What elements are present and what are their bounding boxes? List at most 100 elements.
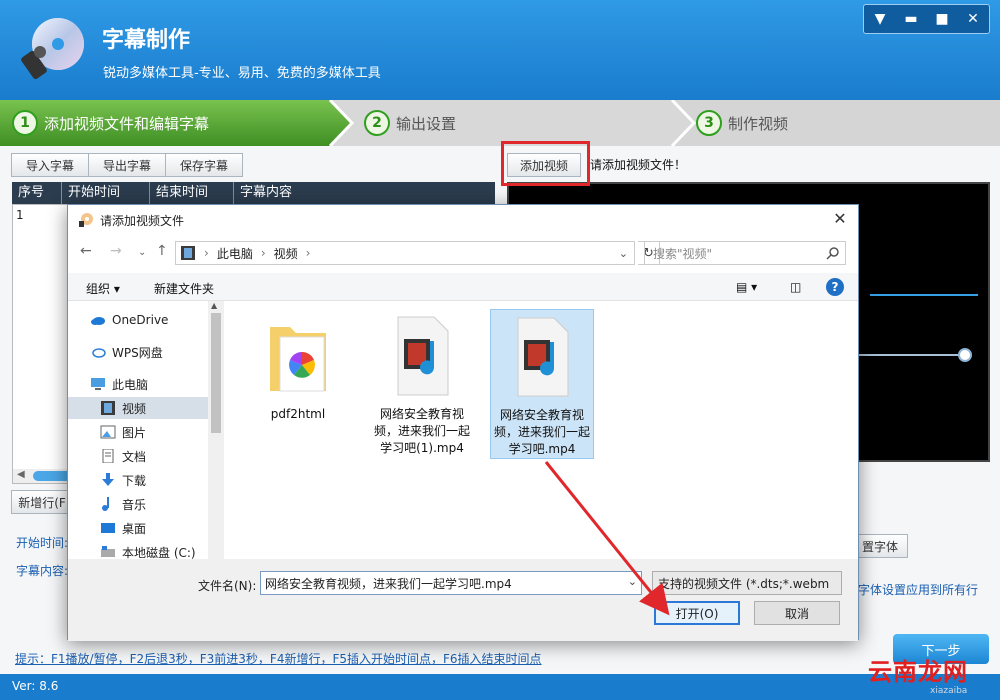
search-input[interactable]: 搜索"视频" — [644, 241, 846, 265]
nav-item-label: 此电脑 — [112, 377, 149, 392]
file-type-value: 支持的视频文件 (*.dts;*.webm — [658, 576, 830, 591]
file-type-filter[interactable]: 支持的视频文件 (*.dts;*.webm — [652, 571, 842, 595]
maximize-icon[interactable]: ■ — [927, 6, 957, 32]
volume-slider-track[interactable] — [855, 354, 965, 356]
open-button[interactable]: 打开(O) — [654, 601, 740, 625]
search-icon[interactable] — [826, 246, 840, 260]
new-folder-button[interactable]: 新建文件夹 — [154, 280, 214, 297]
nav-item-onedrive[interactable]: OneDrive — [90, 309, 222, 331]
view-options-icon[interactable]: ▤ ▾ — [736, 280, 757, 294]
step-3-number: 3 — [696, 110, 722, 136]
breadcrumb-separator-icon: › — [260, 246, 266, 260]
export-subtitle-button[interactable]: 导出字幕 — [88, 153, 166, 177]
col-index[interactable]: 序号 — [12, 182, 62, 204]
preview-pane-icon[interactable]: ◫ — [790, 280, 801, 294]
forward-arrow-icon[interactable]: → — [110, 243, 122, 259]
nav-item-label: 文档 — [122, 449, 147, 464]
menu-dropdown-icon[interactable]: ▼ — [865, 6, 895, 32]
status-bar: Ver: 8.6 — [0, 674, 1000, 700]
file-item-video-1[interactable]: 网络安全教育视频，进来我们一起学习吧(1).mp4 — [370, 309, 474, 457]
close-icon[interactable]: ✕ — [958, 6, 988, 32]
filename-value: 网络安全教育视频，进来我们一起学习吧.mp4 — [265, 576, 512, 591]
file-name: 网络安全教育视频，进来我们一起学习吧.mp4 — [493, 408, 590, 456]
filename-input[interactable]: 网络安全教育视频，进来我们一起学习吧.mp4 ⌄ — [260, 571, 642, 595]
step-2-label: 输出设置 — [396, 114, 457, 133]
breadcrumb-videos[interactable]: 视频 — [274, 245, 298, 262]
step-3[interactable]: 3 制作视频 — [696, 100, 788, 146]
add-video-hint: 请添加视频文件！ — [590, 158, 687, 172]
minimize-icon[interactable]: ▬ — [896, 6, 926, 32]
video-folder-icon — [101, 401, 115, 415]
step-2-number: 2 — [364, 110, 390, 136]
scroll-left-icon[interactable]: ◀ — [17, 469, 25, 480]
highlight-box — [501, 141, 590, 186]
nav-item-label: 桌面 — [122, 521, 147, 536]
start-time-label: 开始时间: — [16, 536, 69, 550]
desktop-icon — [101, 523, 115, 533]
file-item-video-2[interactable]: 网络安全教育视频，进来我们一起学习吧.mp4 — [490, 309, 594, 459]
apply-font-all-label[interactable]: 字体设置应用到所有行 — [858, 581, 978, 598]
breadcrumb-this-pc[interactable]: 此电脑 — [217, 245, 253, 262]
nav-item-wps[interactable]: WPS网盘 — [90, 341, 222, 363]
nav-item-label: 视频 — [122, 401, 147, 416]
navigation-pane: OneDrive WPS网盘 此电脑 视频 图片 文档 下载 音乐 桌面 本地磁… — [68, 301, 224, 560]
app-header: 字幕制作 锐动多媒体工具-专业、易用、免费的多媒体工具 ▼ ▬ ■ ✕ — [0, 0, 1000, 100]
recent-dropdown-icon[interactable]: ⌄ — [138, 247, 146, 258]
import-subtitle-button[interactable]: 导入字幕 — [11, 153, 89, 177]
volume-slider-handle[interactable] — [958, 348, 972, 362]
nav-item-label: WPS网盘 — [112, 345, 163, 360]
app-logo-icon — [21, 18, 84, 80]
window-controls: ▼ ▬ ■ ✕ — [863, 4, 990, 34]
shortcut-hint[interactable]: 提示：F1播放/暂停，F2后退3秒，F3前进3秒，F4新增行，F5插入开始时间点… — [15, 650, 542, 667]
dialog-title: 请添加视频文件 — [100, 213, 185, 228]
nav-item-label: 音乐 — [122, 497, 147, 512]
organize-menu[interactable]: 组织 ▾ — [86, 280, 120, 297]
table-row[interactable]: 1 — [16, 208, 24, 222]
cloud-outline-icon — [92, 348, 106, 358]
col-content[interactable]: 字幕内容 — [234, 182, 493, 204]
file-name: pdf2html — [270, 407, 326, 421]
nav-item-label: 图片 — [122, 425, 147, 440]
cancel-button[interactable]: 取消 — [754, 601, 840, 625]
set-font-button[interactable]: 置字体 — [852, 534, 908, 558]
organize-label: 组织 — [86, 282, 111, 296]
video-file-icon — [517, 317, 569, 397]
music-icon — [102, 497, 109, 511]
nav-item-this-pc[interactable]: 此电脑 — [90, 373, 222, 395]
steps-bar: 1 添加视频文件和编辑字幕 2 输出设置 3 制作视频 — [0, 100, 1000, 146]
step-1-number: 1 — [12, 110, 38, 136]
app-subtitle: 锐动多媒体工具-专业、易用、免费的多媒体工具 — [103, 66, 381, 81]
watermark-sub: xiazaiba — [930, 686, 968, 696]
scroll-up-icon[interactable]: ▲ — [211, 301, 217, 310]
breadcrumb-separator-icon: › — [305, 246, 311, 260]
version-label: Ver: 8.6 — [12, 679, 59, 693]
nav-item-label: OneDrive — [112, 313, 169, 327]
navigation-scrollbar[interactable]: ▲ — [208, 301, 224, 559]
step-3-label: 制作视频 — [728, 114, 789, 133]
video-progress-bar[interactable] — [870, 294, 978, 296]
col-start-time[interactable]: 开始时间 — [62, 182, 150, 204]
breadcrumb-separator-icon: › — [204, 246, 209, 260]
step-2[interactable]: 2 输出设置 — [364, 100, 456, 146]
nav-item-videos[interactable]: 视频 — [68, 397, 208, 419]
back-arrow-icon[interactable]: ← — [80, 243, 92, 259]
dialog-close-icon[interactable]: ✕ — [830, 209, 850, 229]
address-bar[interactable]: › 此电脑 › 视频 › ⌄ — [175, 241, 635, 265]
new-row-button[interactable]: 新增行(F — [11, 490, 73, 514]
app-small-icon — [79, 213, 93, 227]
address-dropdown-icon[interactable]: ⌄ — [619, 247, 628, 260]
save-subtitle-button[interactable]: 保存字幕 — [165, 153, 243, 177]
help-icon[interactable]: ? — [826, 278, 844, 296]
navigation-scroll-thumb[interactable] — [211, 313, 221, 433]
filename-dropdown-icon[interactable]: ⌄ — [628, 575, 637, 588]
command-bar: 组织 ▾ 新建文件夹 ▤ ▾ ◫ ? — [68, 273, 858, 301]
drive-icon — [101, 546, 115, 557]
col-end-time[interactable]: 结束时间 — [150, 182, 234, 204]
file-item-folder[interactable]: pdf2html — [246, 309, 350, 423]
up-arrow-icon[interactable]: ↑ — [156, 243, 168, 259]
step-1[interactable]: 1 添加视频文件和编辑字幕 — [12, 100, 209, 146]
watermark-logo: 云南龙网 — [868, 658, 968, 686]
cloud-icon — [91, 317, 105, 325]
computer-icon — [91, 378, 105, 390]
dialog-footer: 文件名(N): 网络安全教育视频，进来我们一起学习吧.mp4 ⌄ 支持的视频文件… — [68, 559, 858, 641]
